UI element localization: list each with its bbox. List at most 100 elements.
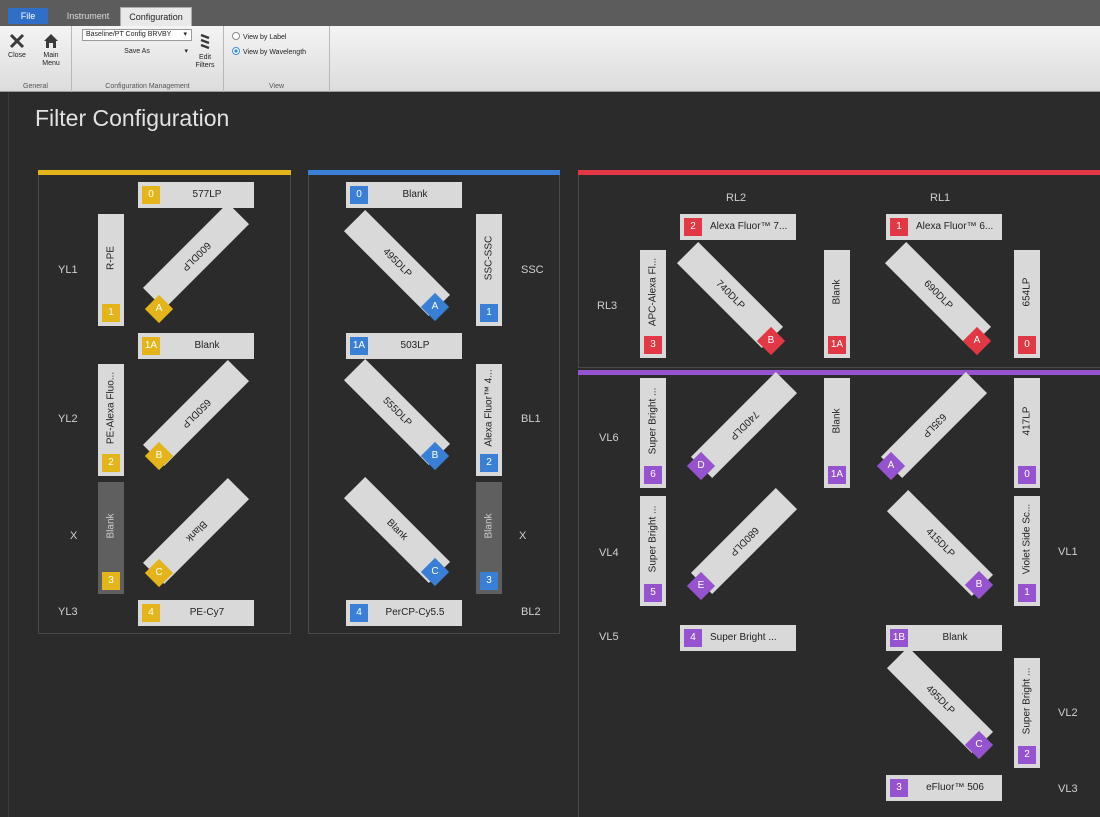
dichroic-marker: A: [876, 451, 906, 481]
close-label: Close: [8, 52, 26, 59]
filter-slot-blue-1[interactable]: SSC-SSC 1: [476, 214, 502, 326]
view-by-label-radio[interactable]: View by Label: [232, 32, 286, 43]
view-group-label: View: [268, 83, 285, 90]
dichroic-marker: C: [420, 557, 450, 587]
filter-name: Blank: [831, 408, 843, 434]
view-by-label-text: View by Label: [243, 34, 287, 41]
filter-slot-violet-5[interactable]: Super Bright ... 5: [640, 496, 666, 606]
channel-label-rl3: RL3: [597, 300, 618, 312]
filter-slot-violet-4[interactable]: 4 Super Bright ...: [680, 625, 796, 651]
edit-filters-label-1: Edit: [198, 54, 212, 61]
ribbon-group-general: Close Main Menu General: [0, 26, 72, 92]
radio-circle: [232, 32, 240, 40]
ribbon-tabbar: File Instrument Configuration: [0, 0, 1100, 26]
filter-name: R-PE: [105, 246, 117, 270]
filter-slot-yellow-3[interactable]: Blank 3: [98, 482, 124, 594]
filter-name: PE-Cy7: [189, 607, 225, 618]
filter-slot-violet-1b[interactable]: 1B Blank: [886, 625, 1002, 651]
filter-slot-blue-0[interactable]: 0 Blank: [346, 182, 462, 208]
filter-slot-blue-3[interactable]: Blank 3: [476, 482, 502, 594]
filter-slot-violet-1[interactable]: Violet Side Sc... 1: [1014, 496, 1040, 606]
dichroic-letter: B: [767, 335, 775, 346]
slot-badge: 2: [684, 218, 702, 236]
slot-badge: 3: [644, 336, 662, 354]
slot-badge: 1A: [350, 337, 368, 355]
filter-name: Alexa Fluor™ 7...: [710, 221, 788, 232]
view-by-wavelength-radio[interactable]: View by Wavelength: [232, 47, 306, 58]
filter-name: Violet Side Sc...: [1021, 503, 1033, 575]
tab-configuration[interactable]: Configuration: [120, 7, 192, 26]
channel-label-bl1: BL1: [521, 413, 541, 425]
filter-slot-yellow-4[interactable]: 4 PE-Cy7: [138, 600, 254, 626]
dichroic-letter: C: [975, 739, 983, 750]
dichroic-marker: B: [144, 441, 174, 471]
slot-badge: 1: [102, 304, 120, 322]
filter-name: Alexa Fluor™ 4...: [483, 369, 495, 447]
tab-file[interactable]: File: [8, 8, 48, 24]
dichroic-letter: A: [155, 303, 163, 314]
dichroic-marker: C: [964, 730, 994, 760]
filter-slot-red-0[interactable]: 654LP 0: [1014, 250, 1040, 358]
slot-badge: 2: [480, 454, 498, 472]
filter-name: Blank: [831, 279, 843, 305]
channel-label-vl1: VL1: [1058, 546, 1078, 558]
main-menu-button[interactable]: Main Menu: [34, 32, 68, 68]
filter-slot-red-1[interactable]: 1 Alexa Fluor™ 6...: [886, 214, 1002, 240]
config-dropdown[interactable]: Baseline/PT Config BRVBY ▾: [82, 29, 192, 41]
dichroic-letter: B: [155, 450, 163, 461]
filter-slot-violet-2[interactable]: Super Bright ... 2: [1014, 658, 1040, 768]
dichroic-marker: A: [420, 292, 450, 322]
dichroic-name: Blank: [384, 517, 410, 543]
slot-badge: 2: [102, 454, 120, 472]
filter-name: 417LP: [1021, 406, 1033, 436]
filter-slot-yellow-1[interactable]: R-PE 1: [98, 214, 124, 326]
filter-name: 654LP: [1021, 277, 1033, 307]
dichroic-name: 635LP: [919, 410, 949, 440]
filter-name: Blank: [942, 632, 968, 643]
slot-badge: 3: [102, 572, 120, 590]
filter-slot-yellow-0[interactable]: 0 577LP: [138, 182, 254, 208]
save-as-button[interactable]: Save As ▾: [82, 46, 192, 58]
filter-slot-blue-1a[interactable]: 1A 503LP: [346, 333, 462, 359]
slot-badge: 5: [644, 584, 662, 602]
page-title: Filter Configuration: [35, 105, 230, 131]
filter-slot-violet-3[interactable]: 3 eFluor™ 506: [886, 775, 1002, 801]
violet-laser-bar: [578, 370, 1100, 375]
dichroic-marker: A: [962, 326, 992, 356]
filter-slot-red-3[interactable]: APC-Alexa Fl... 3: [640, 250, 666, 358]
filter-slot-yellow-1a[interactable]: 1A Blank: [138, 333, 254, 359]
view-by-wavelength-text: View by Wavelength: [243, 49, 307, 56]
slot-badge: 1A: [828, 336, 846, 354]
filter-name: Alexa Fluor™ 6...: [916, 221, 994, 232]
dichroic-letter: A: [973, 335, 981, 346]
dichroic-letter: E: [697, 580, 705, 591]
filter-slot-red-1a[interactable]: Blank 1A: [824, 250, 850, 358]
filters-icon: [200, 33, 210, 50]
filter-slot-violet-1a[interactable]: Blank 1A: [824, 378, 850, 488]
edit-filters-button[interactable]: Edit Filters: [190, 32, 220, 70]
filter-slot-blue-4[interactable]: 4 PerCP-Cy5.5: [346, 600, 462, 626]
filter-slot-violet-0[interactable]: 417LP 0: [1014, 378, 1040, 488]
slot-badge: 1A: [142, 337, 160, 355]
channel-label-rl2: RL2: [726, 192, 747, 204]
ribbon-group-config-mgmt: Baseline/PT Config BRVBY ▾ Save As ▾ Edi…: [72, 26, 224, 92]
main-menu-label-1: Main: [43, 52, 59, 59]
channel-label-ssc: SSC: [521, 264, 544, 276]
close-button[interactable]: Close: [4, 32, 30, 60]
chevron-down-icon: ▾: [183, 31, 187, 38]
filter-name: Blank: [105, 513, 117, 539]
slot-badge: 3: [480, 572, 498, 590]
tab-instrument[interactable]: Instrument: [58, 7, 118, 26]
blue-laser-bar: [308, 170, 560, 175]
filter-slot-yellow-2[interactable]: PE-Alexa Fluo... 2: [98, 364, 124, 476]
channel-label-bl2: BL2: [521, 606, 541, 618]
dichroic-name: Blank: [183, 518, 209, 544]
slot-badge: 0: [142, 186, 160, 204]
dichroic-letter: C: [155, 567, 163, 578]
filter-slot-violet-6[interactable]: Super Bright ... 6: [640, 378, 666, 488]
filter-name: Super Bright ...: [1021, 667, 1033, 735]
filter-slot-red-2[interactable]: 2 Alexa Fluor™ 7...: [680, 214, 796, 240]
filter-name: 503LP: [400, 340, 430, 351]
filter-name: APC-Alexa Fl...: [647, 257, 659, 327]
filter-slot-blue-2[interactable]: Alexa Fluor™ 4... 2: [476, 364, 502, 476]
